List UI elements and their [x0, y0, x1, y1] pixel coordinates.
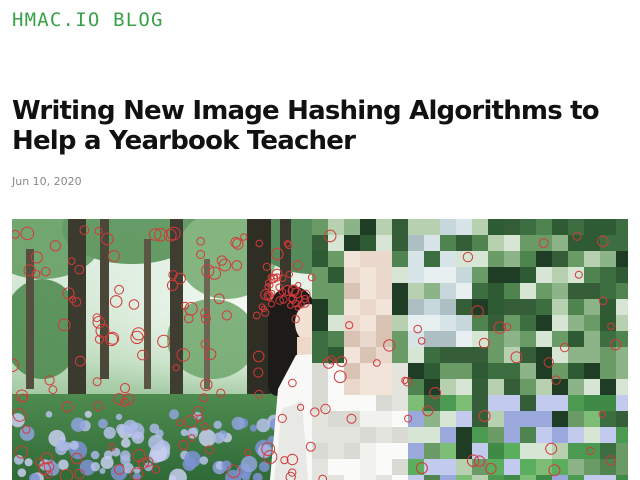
post-date: Jun 10, 2020	[12, 175, 82, 188]
pixelated-mosaic	[312, 219, 628, 480]
hero-image	[12, 219, 628, 480]
site-title-link[interactable]: HMAC.IO BLOG	[12, 9, 164, 31]
post-title: Writing New Image Hashing Algorithms to …	[12, 96, 600, 156]
